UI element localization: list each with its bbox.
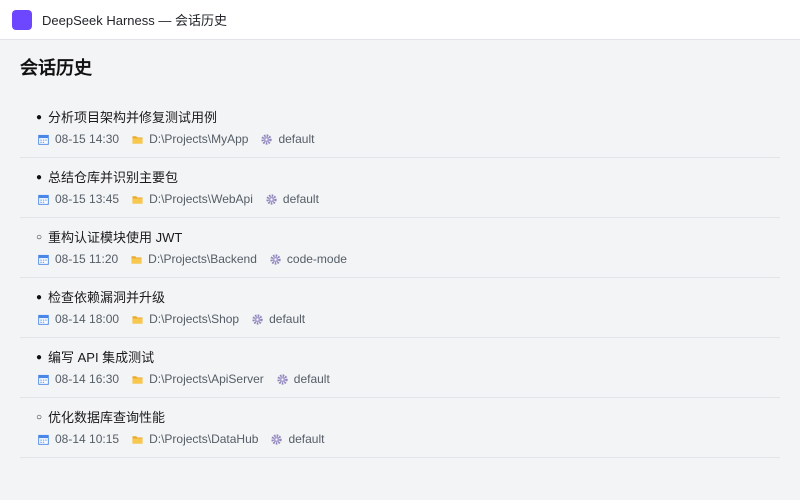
session-status-indicator: ●	[36, 172, 43, 183]
session-path-text: D:\Projects\Shop	[149, 312, 240, 326]
session-path-text: D:\Projects\ApiServer	[149, 372, 264, 386]
session-meta: 08-15 11:20 D:\Projects\Backend code-mod…	[36, 251, 780, 267]
session-path-text: D:\Projects\Backend	[148, 252, 257, 266]
session-title-row: ● 总结仓库并识别主要包	[36, 169, 780, 187]
folder-icon	[132, 134, 143, 145]
session-meta: 08-15 14:30 D:\Projects\MyApp default	[36, 131, 780, 147]
calendar-icon	[38, 374, 49, 385]
session-title-row: ● 分析项目架构并修复测试用例	[36, 109, 780, 127]
session-time-text: 08-14 10:15	[55, 432, 120, 446]
gear-icon	[277, 373, 288, 385]
session-time: 08-14 10:15	[38, 431, 119, 447]
folder-icon	[131, 254, 142, 265]
calendar-icon	[38, 194, 49, 205]
app-logo-icon	[12, 9, 32, 30]
session-mode-text: default	[278, 132, 315, 146]
session-mode: default	[261, 131, 314, 147]
session-mode-text: default	[293, 372, 330, 386]
calendar-icon	[38, 314, 49, 325]
session-status-indicator: ●	[36, 292, 43, 303]
session-status-indicator: ●	[36, 112, 43, 123]
session-mode: default	[266, 191, 319, 207]
session-item[interactable]: ● 总结仓库并识别主要包 08-15 13:45 D:\Projects\Web…	[20, 158, 780, 218]
session-mode-text: default	[282, 192, 319, 206]
folder-icon	[132, 434, 143, 445]
session-title-row: ● 检查依赖漏洞并升级	[36, 289, 780, 307]
session-time: 08-15 13:45	[38, 191, 119, 207]
session-path: D:\Projects\MyApp	[132, 131, 248, 147]
session-item[interactable]: ○ 重构认证模块使用 JWT 08-15 11:20 D:\Projects\B…	[20, 218, 780, 278]
gear-icon	[252, 313, 263, 325]
session-mode: code-mode	[270, 251, 347, 267]
session-time: 08-14 16:30	[38, 371, 119, 387]
session-meta: 08-14 16:30 D:\Projects\ApiServer defaul…	[36, 371, 780, 387]
session-path: D:\Projects\ApiServer	[132, 371, 264, 387]
page-title: 会话历史	[20, 58, 92, 78]
session-path-text: D:\Projects\MyApp	[149, 132, 249, 146]
calendar-icon	[38, 254, 49, 265]
calendar-icon	[38, 434, 49, 445]
session-status-indicator: ●	[36, 352, 43, 363]
window-title: DeepSeek Harness — 会话历史	[42, 13, 227, 28]
session-time-text: 08-15 13:45	[55, 192, 120, 206]
session-title-row: ○ 重构认证模块使用 JWT	[36, 229, 780, 247]
session-mode-text: default	[288, 432, 325, 446]
folder-icon	[132, 194, 143, 205]
session-meta: 08-14 10:15 D:\Projects\DataHub default	[36, 431, 780, 447]
main-content: 会话历史 ● 分析项目架构并修复测试用例 08-15 14:30 D:\Proj…	[0, 56, 800, 458]
session-time-text: 08-15 14:30	[55, 132, 120, 146]
gear-icon	[266, 193, 277, 205]
session-meta: 08-15 13:45 D:\Projects\WebApi default	[36, 191, 780, 207]
gear-icon	[271, 433, 283, 445]
session-title: 检查依赖漏洞并升级	[48, 290, 166, 305]
folder-icon	[132, 374, 143, 385]
session-title-row: ○ 优化数据库查询性能	[36, 409, 780, 427]
session-mode: default	[252, 311, 305, 327]
session-title: 总结仓库并识别主要包	[48, 170, 179, 185]
session-time-text: 08-14 18:00	[55, 312, 120, 326]
gear-icon	[270, 253, 281, 265]
title-bar: DeepSeek Harness — 会话历史	[0, 0, 800, 40]
session-time-text: 08-14 16:30	[55, 372, 120, 386]
session-time: 08-14 18:00	[38, 311, 119, 327]
session-mode: default	[271, 431, 324, 447]
session-mode-text: default	[269, 312, 306, 326]
session-item[interactable]: ● 分析项目架构并修复测试用例 08-15 14:30 D:\Projects\…	[20, 98, 780, 158]
session-path: D:\Projects\DataHub	[132, 431, 258, 447]
session-status-indicator: ○	[36, 232, 43, 243]
session-mode: default	[277, 371, 330, 387]
session-title: 分析项目架构并修复测试用例	[48, 110, 218, 125]
session-meta: 08-14 18:00 D:\Projects\Shop default	[36, 311, 780, 327]
session-title: 编写 API 集成测试	[48, 350, 155, 365]
session-title: 重构认证模块使用 JWT	[48, 230, 183, 245]
session-item[interactable]: ● 检查依赖漏洞并升级 08-14 18:00 D:\Projects\Shop	[20, 278, 780, 338]
session-path: D:\Projects\WebApi	[132, 191, 253, 207]
folder-icon	[132, 314, 143, 325]
session-mode-text: code-mode	[286, 252, 347, 266]
calendar-icon	[38, 134, 49, 145]
gear-icon	[261, 133, 273, 145]
session-title-row: ● 编写 API 集成测试	[36, 349, 780, 367]
session-title: 优化数据库查询性能	[48, 410, 166, 425]
session-list: ● 分析项目架构并修复测试用例 08-15 14:30 D:\Projects\…	[20, 98, 780, 458]
session-path: D:\Projects\Shop	[132, 311, 239, 327]
session-time: 08-15 14:30	[38, 131, 119, 147]
session-item[interactable]: ○ 优化数据库查询性能 08-14 10:15 D:\Projects\Data…	[20, 398, 780, 458]
session-time-text: 08-15 11:20	[55, 252, 119, 266]
session-status-indicator: ○	[36, 412, 43, 423]
session-path-text: D:\Projects\DataHub	[149, 432, 259, 446]
session-item[interactable]: ● 编写 API 集成测试 08-14 16:30 D:\Projects\Ap…	[20, 338, 780, 398]
session-path: D:\Projects\Backend	[131, 251, 257, 267]
session-time: 08-15 11:20	[38, 251, 118, 267]
session-path-text: D:\Projects\WebApi	[149, 192, 253, 206]
